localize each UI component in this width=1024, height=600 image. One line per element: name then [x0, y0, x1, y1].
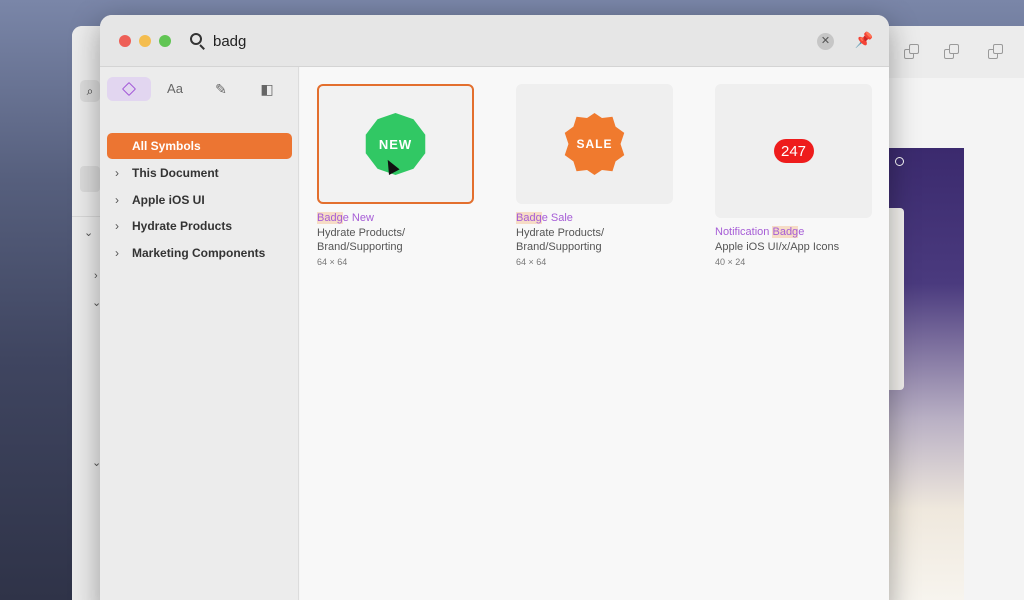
- tab-text-styles[interactable]: Aa: [153, 77, 197, 101]
- sidebar-item-apple-ios-ui[interactable]: › Apple iOS UI: [107, 187, 292, 213]
- symbol-title-rest: e New: [342, 212, 374, 224]
- chevron-right-icon[interactable]: ›: [115, 213, 119, 239]
- symbol-title: Notification Badge: [715, 226, 872, 238]
- results-grid: NEW Badge New Hydrate Products/Brand/Sup…: [300, 67, 889, 600]
- background-divider: [72, 216, 100, 217]
- sidebar-item-label: This Document: [132, 166, 219, 180]
- chevron-down-icon[interactable]: ⌄: [84, 226, 93, 239]
- symbol-title: Badge Sale: [516, 212, 673, 224]
- chevron-right-icon[interactable]: ›: [115, 240, 119, 266]
- symbol-path-line1: Hydrate Products/: [516, 227, 605, 239]
- symbol-size: 40 × 24: [715, 257, 746, 267]
- symbol-diamond-icon: [121, 81, 137, 97]
- duplicate-icon[interactable]: [944, 44, 960, 60]
- minimize-window-button[interactable]: [139, 35, 151, 47]
- search-icon: [190, 33, 206, 50]
- sidebar-item-label: Marketing Components: [132, 246, 266, 260]
- symbol-thumbnail[interactable]: SALE: [516, 84, 673, 204]
- duplicate-icon[interactable]: [988, 44, 1004, 60]
- sidebar-item-label: Hydrate Products: [132, 219, 233, 233]
- pin-icon[interactable]: 📌: [854, 31, 874, 51]
- symbol-title-rest: e Sale: [541, 212, 573, 224]
- symbol-path: Hydrate Products/Brand/Supporting: [317, 226, 474, 254]
- symbol-thumbnail[interactable]: NEW: [317, 84, 474, 204]
- search-input[interactable]: [213, 30, 793, 52]
- chevron-right-icon[interactable]: ›: [115, 187, 119, 213]
- brush-icon: ✎: [215, 81, 227, 97]
- symbol-title-rest: e: [798, 226, 805, 238]
- duplicate-icon[interactable]: [904, 44, 920, 60]
- tab-symbols[interactable]: [107, 77, 151, 101]
- insert-panel: ✕ 📌 Aa ✎ ◧ All Symbols ›This Document ›A…: [100, 15, 889, 600]
- sidebar: Aa ✎ ◧ All Symbols › This Document › Apple…: [100, 67, 299, 600]
- sidebar-item-all-symbols[interactable]: All Symbols: [107, 133, 292, 159]
- sidebar-item-label: Apple iOS UI: [132, 193, 205, 207]
- tab-colors[interactable]: ◧: [245, 77, 289, 101]
- sale-badge-preview: SALE: [564, 113, 625, 175]
- background-card: [888, 208, 904, 390]
- badge-text: SALE: [576, 137, 613, 151]
- sidebar-item-marketing-components[interactable]: › Marketing Components: [107, 240, 292, 266]
- symbol-size: 64 × 64: [516, 257, 547, 267]
- symbol-path-line2: Brand/Supporting: [516, 241, 602, 253]
- palette-icon: ◧: [260, 81, 274, 97]
- chevron-right-icon[interactable]: ›: [94, 270, 98, 282]
- notification-badge-preview: 247: [773, 139, 814, 163]
- search-highlight: Badg: [516, 212, 542, 224]
- sidebar-item-label: All Symbols: [132, 139, 201, 153]
- symbol-title: Badge New: [317, 212, 474, 224]
- background-sidebar: [72, 78, 100, 600]
- chevron-right-icon[interactable]: ›: [115, 160, 119, 186]
- badge-text: NEW: [378, 136, 413, 152]
- search-highlight: Badg: [772, 226, 799, 238]
- background-sidebar-item[interactable]: [80, 166, 100, 192]
- symbol-path-line1: Hydrate Products/: [317, 227, 406, 239]
- sidebar-item-this-document[interactable]: › This Document: [107, 160, 292, 186]
- symbol-card-badge-sale[interactable]: SALE Badge Sale Hydrate Products/Brand/S…: [516, 84, 673, 267]
- symbol-card-notification-badge[interactable]: 247 Notification Badge Apple iOS UI/x/Ap…: [715, 84, 872, 267]
- tab-layer-styles[interactable]: ✎: [199, 77, 243, 101]
- symbol-path: Apple iOS UI/x/App Icons: [715, 241, 840, 253]
- panel-titlebar: ✕ 📌: [100, 15, 889, 67]
- zoom-window-button[interactable]: [159, 35, 171, 47]
- symbol-path: Hydrate Products/Brand/Supporting: [516, 226, 673, 254]
- symbol-title-prefix: Notification: [715, 226, 773, 238]
- clear-search-button[interactable]: ✕: [817, 33, 834, 50]
- user-icon: [895, 157, 904, 166]
- badge-text: 247: [780, 142, 807, 160]
- background-search-icon[interactable]: ⌕: [80, 80, 100, 102]
- sidebar-item-hydrate-products[interactable]: › Hydrate Products: [107, 213, 292, 239]
- symbol-path-line2: Brand/Supporting: [317, 241, 403, 253]
- symbol-size: 64 × 64: [317, 257, 348, 267]
- close-window-button[interactable]: [119, 35, 131, 47]
- search-highlight: Badg: [317, 212, 343, 224]
- symbol-thumbnail[interactable]: 247: [715, 84, 872, 218]
- symbol-card-badge-new[interactable]: NEW Badge New Hydrate Products/Brand/Sup…: [317, 84, 474, 267]
